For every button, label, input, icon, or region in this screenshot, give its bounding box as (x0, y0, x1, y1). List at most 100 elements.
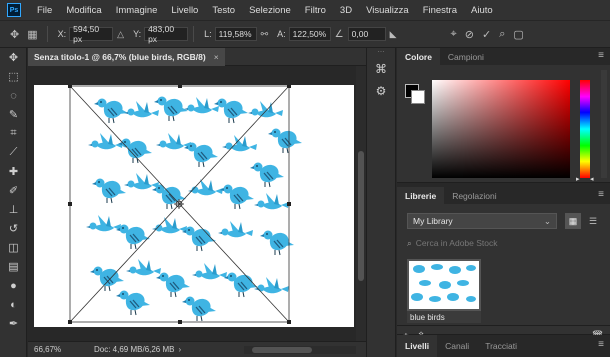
panel-menu-icon[interactable]: ≡ (598, 189, 604, 200)
stock-search-placeholder: Cerca in Adobe Stock (415, 238, 498, 248)
tab-canali[interactable]: Canali (437, 335, 477, 357)
history-brush-tool-icon[interactable]: ↺ (0, 219, 27, 238)
brush-tool-icon[interactable]: ✐ (0, 181, 27, 200)
y-field[interactable]: 483,00 px (144, 24, 189, 44)
menu-modifica[interactable]: Modifica (59, 5, 108, 16)
chevron-right-icon[interactable]: › (178, 345, 181, 354)
tab-tracciati[interactable]: Tracciati (477, 335, 525, 357)
document-tab-bar: Senza titolo-1 @ 66,7% (blue birds, RGB/… (28, 48, 366, 66)
canvas-viewport[interactable] (28, 66, 366, 341)
history-icon[interactable]: ⌘ (367, 58, 395, 80)
search-icon[interactable]: ⌕ (499, 28, 505, 41)
close-icon[interactable]: × (214, 52, 219, 62)
delta-icon[interactable]: △ (117, 29, 124, 40)
properties-icon[interactable]: ⚙ (367, 80, 395, 102)
crop-tool-icon[interactable]: ⌗ (0, 124, 27, 143)
panel-menu-icon[interactable]: ≡ (598, 339, 604, 350)
thumbnail-artwork (411, 264, 476, 302)
menu-testo[interactable]: Testo (205, 5, 242, 16)
search-icon: ⌕ (407, 237, 412, 248)
cancel-transform-icon[interactable]: ⊘ (465, 28, 474, 41)
marquee-tool-icon[interactable]: ⬚ (0, 67, 27, 86)
angle-field[interactable]: 0,00 (347, 27, 386, 41)
canvas[interactable] (34, 84, 354, 327)
eyedropper-tool-icon[interactable]: ⟋ (0, 143, 27, 162)
grid-view-icon[interactable]: ▦ (565, 213, 581, 229)
tab-regolazioni[interactable]: Regolazioni (444, 187, 504, 204)
divider (46, 26, 48, 42)
color-panel: Colore Campioni ≡ ▸ ◂ (397, 48, 610, 183)
menu-filtro[interactable]: Filtro (298, 5, 333, 16)
horizontal-scroll-thumb[interactable] (252, 347, 312, 353)
link-icon[interactable]: ⚯ (261, 29, 269, 40)
library-select-value: My Library (413, 216, 453, 226)
menu-aiuto[interactable]: Aiuto (464, 5, 500, 16)
move-tool-icon[interactable]: ✥ (0, 48, 27, 67)
bird-pattern (86, 95, 303, 322)
libraries-panel-tabs: Librerie Regolazioni ≡ (397, 187, 610, 204)
library-item-name[interactable]: blue birds (407, 311, 481, 323)
menu-selezione[interactable]: Selezione (242, 5, 298, 16)
document-tab[interactable]: Senza titolo-1 @ 66,7% (blue birds, RGB/… (28, 48, 225, 66)
angle-icon: ∠ (334, 28, 344, 40)
tab-librerie[interactable]: Librerie (397, 187, 445, 204)
lasso-tool-icon[interactable]: ◌ (0, 86, 27, 105)
menu-finestra[interactable]: Finestra (416, 5, 464, 16)
layers-panel-tabs: Livelli Canali Tracciati ≡ (397, 335, 610, 357)
tab-campioni[interactable]: Campioni (440, 48, 492, 65)
skew-icon[interactable]: ◣ (390, 29, 397, 40)
color-panel-tabs: Colore Campioni ≡ (397, 48, 610, 65)
clone-stamp-tool-icon[interactable]: ⊥ (0, 200, 27, 219)
reference-point-icon[interactable]: ▦ (27, 28, 37, 41)
hue-slider-handle-icon[interactable]: ◂ (590, 175, 594, 183)
zoom-level[interactable]: 66,67% (34, 345, 86, 354)
chevron-down-icon: ⌄ (543, 215, 551, 226)
tools-panel: ✥ ⬚ ◌ ✎ ⌗ ⟋ ✚ ✐ ⊥ ↺ ◫ ▤ ● ◐ ✒ (0, 48, 27, 357)
blur-tool-icon[interactable]: ● (0, 276, 27, 295)
color-field[interactable] (432, 80, 570, 178)
menu-visualizza[interactable]: Visualizza (359, 5, 416, 16)
panel-menu-icon[interactable]: ≡ (598, 50, 604, 61)
width-label: L: (204, 29, 212, 39)
menu-bar: Ps File Modifica Immagine Livello Testo … (0, 0, 610, 20)
hue-slider[interactable] (580, 80, 590, 178)
menu-3d[interactable]: 3D (333, 5, 359, 16)
options-bar: ✥ ▦ X: 594,50 px △ Y: 483,00 px L: 119,5… (0, 20, 610, 48)
hue-slider-handle-icon[interactable]: ▸ (576, 175, 580, 183)
document-tab-title: Senza titolo-1 @ 66,7% (blue birds, RGB/… (34, 52, 206, 62)
x-field[interactable]: 594,50 px (69, 24, 114, 44)
canvas-artwork (68, 84, 303, 324)
dodge-tool-icon[interactable]: ◐ (0, 295, 27, 314)
workspace-icon[interactable]: ▢ (513, 28, 523, 41)
menu-file[interactable]: File (30, 5, 59, 16)
warp-icon[interactable]: ⌖ (451, 28, 457, 41)
library-select[interactable]: My Library ⌄ (407, 213, 557, 229)
x-label: X: (57, 29, 67, 39)
pen-tool-icon[interactable]: ✒ (0, 314, 27, 333)
width-field[interactable]: 119,58% (214, 27, 257, 41)
list-view-icon[interactable]: ☰ (585, 213, 601, 229)
gradient-tool-icon[interactable]: ▤ (0, 257, 27, 276)
tab-livelli[interactable]: Livelli (397, 335, 438, 357)
document-window: Senza titolo-1 @ 66,7% (blue birds, RGB/… (28, 48, 366, 357)
quick-select-tool-icon[interactable]: ✎ (0, 105, 27, 124)
tab-colore[interactable]: Colore (397, 48, 440, 65)
background-color-swatch[interactable] (411, 90, 425, 104)
vertical-scroll-thumb[interactable] (358, 151, 364, 281)
commit-transform-icon[interactable]: ✓ (482, 28, 491, 41)
vertical-scrollbar[interactable] (356, 66, 366, 341)
libraries-panel: Librerie Regolazioni ≡ My Library ⌄ ▦ ☰ … (397, 187, 610, 342)
horizontal-scrollbar[interactable] (244, 346, 356, 354)
menu-immagine[interactable]: Immagine (109, 5, 165, 16)
library-item-thumbnail[interactable] (407, 259, 481, 311)
height-field[interactable]: 122,50% (288, 27, 331, 41)
doc-info[interactable]: Doc: 4,69 MB/6,26 MB (94, 345, 174, 354)
stock-search-field[interactable]: ⌕ Cerca in Adobe Stock (407, 235, 602, 251)
panel-scrollbar[interactable] (601, 70, 607, 178)
height-label: A: (277, 29, 286, 39)
eraser-tool-icon[interactable]: ◫ (0, 238, 27, 257)
healing-brush-tool-icon[interactable]: ✚ (0, 162, 27, 181)
menu-livello[interactable]: Livello (164, 5, 205, 16)
move-tool-icon[interactable]: ✥ (10, 28, 19, 41)
collapse-icon[interactable]: ⋯ (367, 48, 395, 58)
